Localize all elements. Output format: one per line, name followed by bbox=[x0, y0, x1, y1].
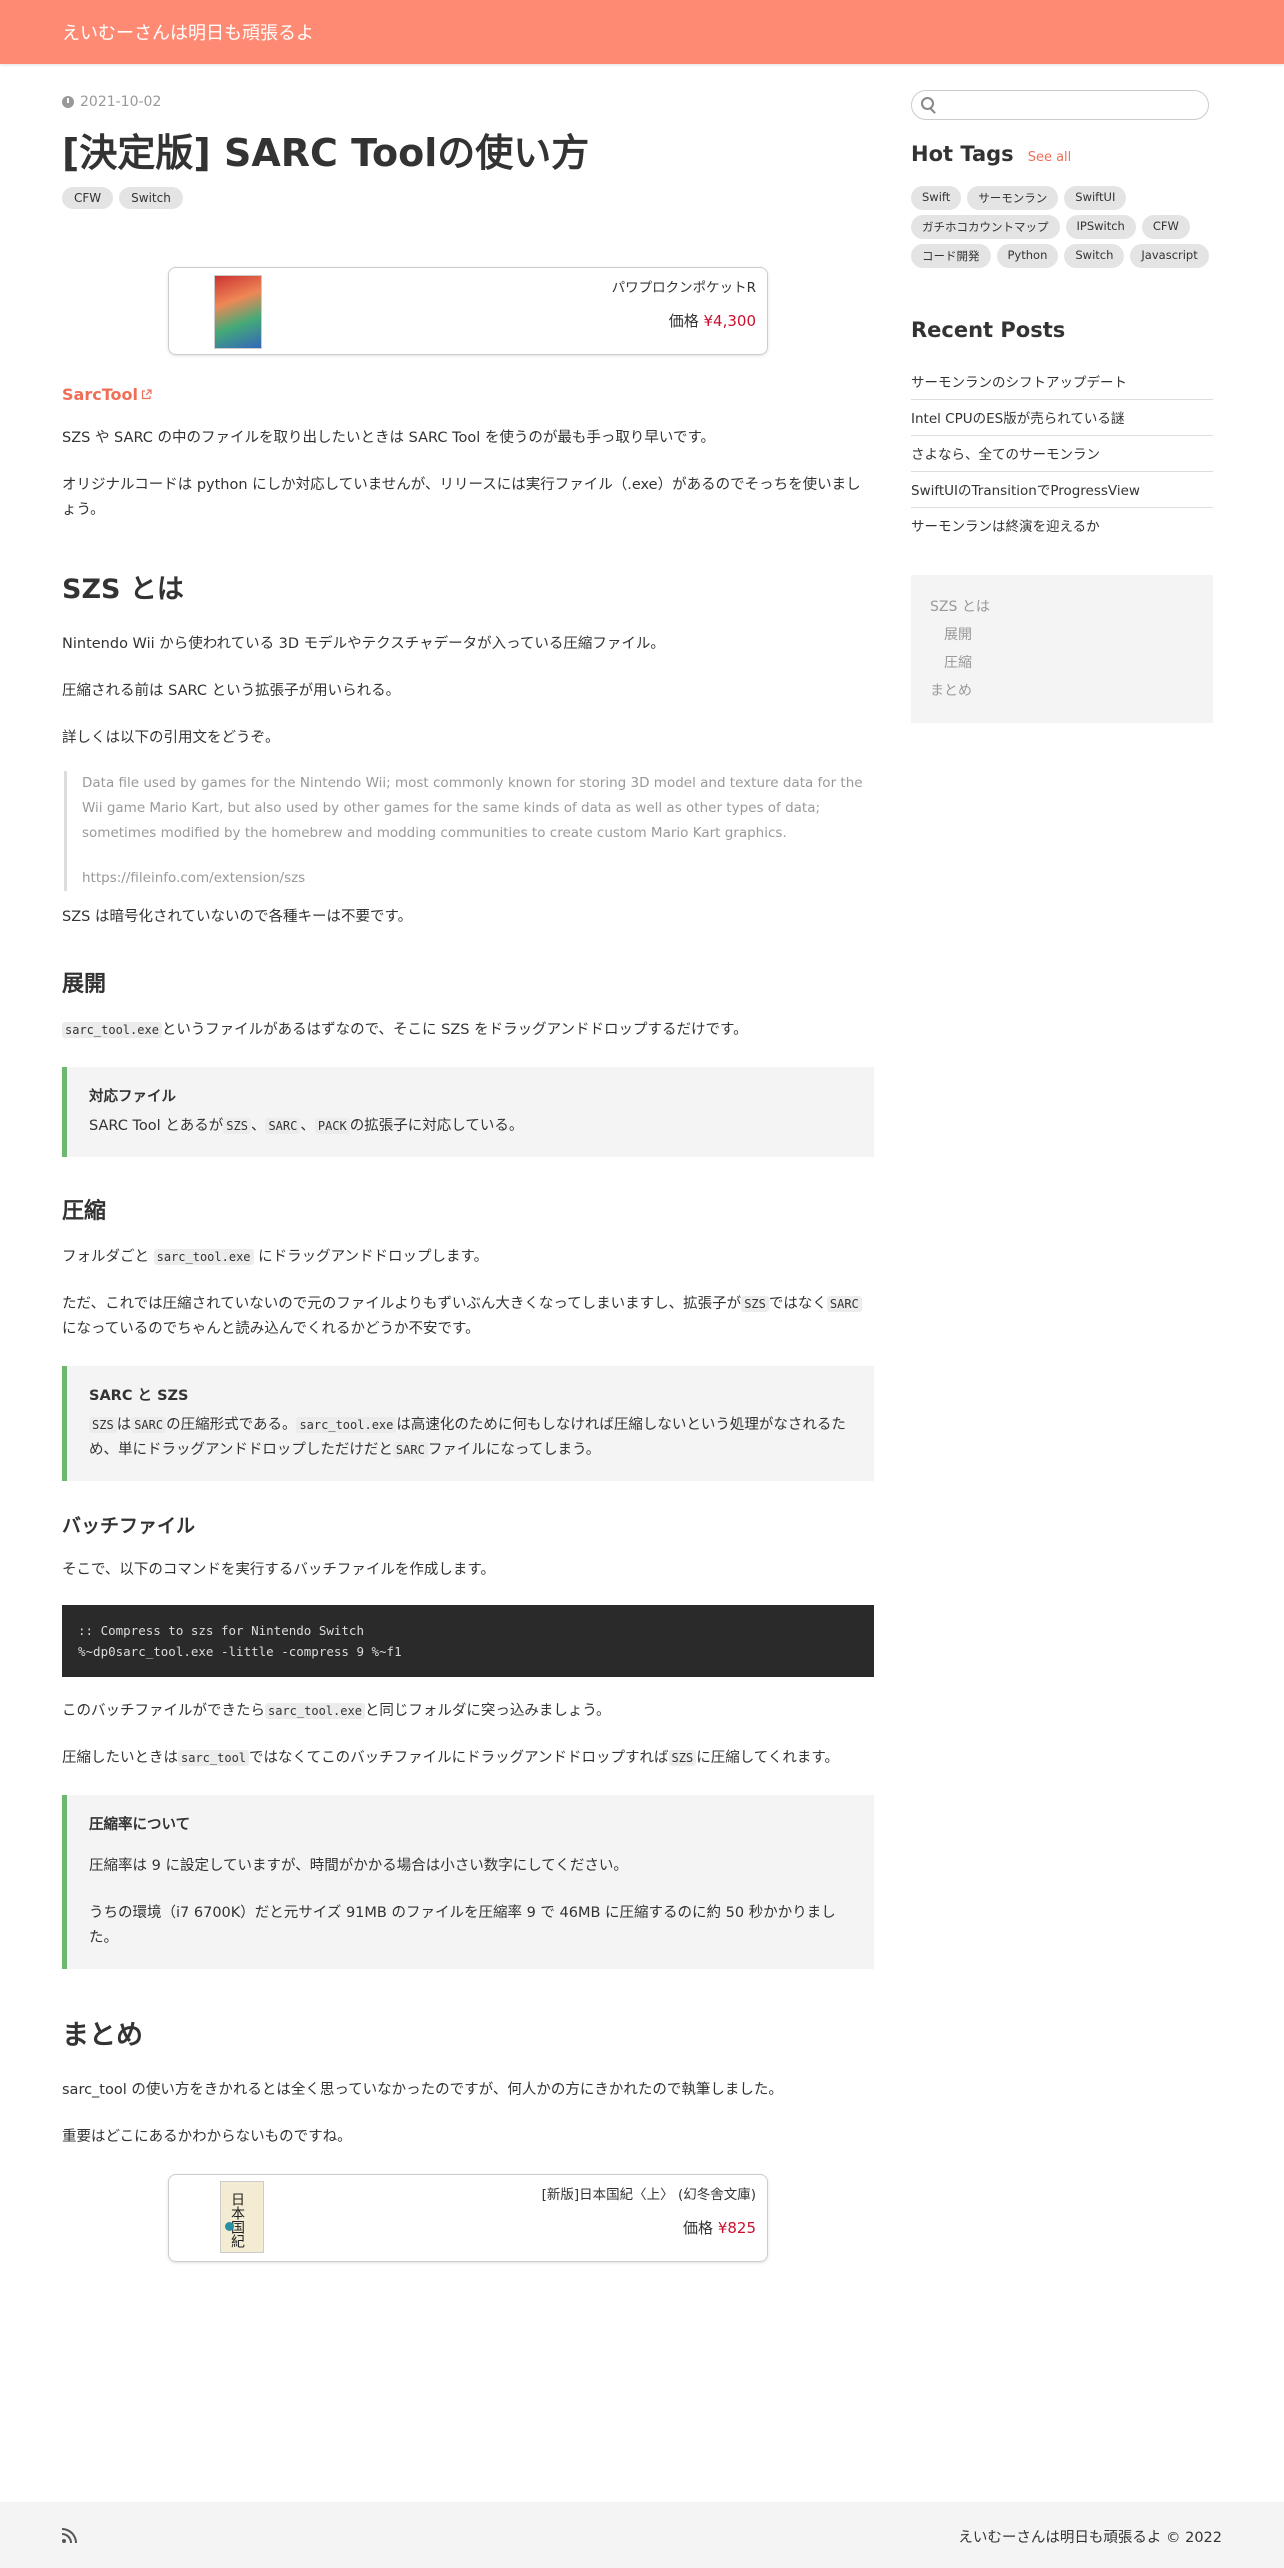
external-link-icon bbox=[141, 389, 152, 400]
site-header: えいむーさんは明日も頑張るよ bbox=[0, 0, 1284, 64]
post-date: 2021-10-02 bbox=[62, 94, 874, 110]
post-title: [決定版] SARC Toolの使い方 bbox=[62, 131, 590, 175]
tag-javascript[interactable]: Javascript bbox=[1130, 244, 1209, 268]
heading-expand: 展開 bbox=[62, 972, 107, 997]
product-card[interactable]: パワプロクンポケットR 価格 ¥4,300 bbox=[168, 267, 768, 355]
blockquote: Data file used by games for the Nintendo… bbox=[64, 771, 874, 891]
product-image[interactable]: 日本国紀 bbox=[220, 2181, 264, 2253]
tag-cfw[interactable]: CFW bbox=[62, 187, 114, 209]
note-sarc-szs: SARC と SZS SZS は SARC の圧縮形式である。 sarc_tool.ex… bbox=[62, 1366, 874, 1481]
heading-compress: 圧縮 bbox=[62, 1199, 107, 1224]
recent-post-link[interactable]: さよなら、全てのサーモンラン bbox=[911, 436, 1213, 472]
intro-paragraph-1: SZS や SARC の中のファイルを取り出したいときは SARC Tool を… bbox=[62, 430, 716, 446]
product-title[interactable]: パワプロクンポケットR bbox=[612, 276, 756, 296]
note-body-2: うちの環境（i7 6700K）だと元サイズ 91MB のファイルを圧縮率 9 で… bbox=[89, 1905, 836, 1946]
note-body: SZS は SARC の圧縮形式である。 sarc_tool.exe は高速化のために何も… bbox=[89, 1417, 846, 1458]
tag-gachihoko[interactable]: ガチホコカウントマップ bbox=[911, 215, 1060, 239]
intro-paragraph-2: オリジナルコードは python にしか対応していませんが、リリースには実行ファ… bbox=[62, 477, 861, 518]
product-price: 価格 ¥4,300 bbox=[668, 312, 756, 330]
hot-tags-title: Hot Tags bbox=[911, 142, 1014, 166]
sarctool-link[interactable]: SarcTool bbox=[62, 385, 874, 404]
note-title: SARC と SZS bbox=[89, 1388, 189, 1404]
batch-paragraph-1: そこで、以下のコマンドを実行するバッチファイルを作成します。 bbox=[62, 1562, 495, 1578]
recent-posts: Recent Posts サーモンランのシフトアップデート Intel CPUの… bbox=[911, 318, 1213, 543]
szs-paragraph-2: 圧縮される前は SARC という拡張子が用いられる。 bbox=[62, 683, 401, 699]
post-tags: CFW Switch bbox=[62, 187, 874, 209]
product-title[interactable]: [新版]日本国紀〈上〉 (幻冬舎文庫) bbox=[542, 2183, 756, 2203]
code-block: :: Compress to szs for Nintendo Switch %… bbox=[62, 1605, 874, 1677]
heading-szs: SZS とは bbox=[62, 574, 184, 605]
recent-posts-list: サーモンランのシフトアップデート Intel CPUのES版が売られている謎 さ… bbox=[911, 364, 1213, 543]
see-all-link[interactable]: See all bbox=[1028, 150, 1072, 165]
heading-summary: まとめ bbox=[62, 2020, 143, 2051]
szs-paragraph-3: 詳しくは以下の引用文をどうぞ。 bbox=[62, 730, 280, 746]
tag-swift[interactable]: Swift bbox=[911, 186, 962, 210]
tag-salmon-run[interactable]: サーモンラン bbox=[967, 186, 1059, 210]
tag-ipswitch[interactable]: IPSwitch bbox=[1065, 215, 1136, 239]
compress-paragraph-1: フォルダごと sarc_tool.exe にドラッグアンドドロップします。 bbox=[62, 1249, 489, 1265]
recent-posts-title: Recent Posts bbox=[911, 318, 1066, 342]
table-of-contents: SZS とは 展開 圧縮 まとめ bbox=[911, 575, 1213, 723]
quote-source: https://fileinfo.com/extension/szs bbox=[82, 870, 306, 886]
toc-item[interactable]: まとめ bbox=[930, 677, 1194, 705]
summary-paragraph-1: sarc_tool の使い方をきかれるとは全く思っていなかったのですが、何人かの… bbox=[62, 2082, 783, 2098]
note-body-1: 圧縮率は 9 に設定していますが、時間がかかる場合は小さい数字にしてください。 bbox=[89, 1858, 628, 1874]
tag-switch[interactable]: Switch bbox=[1064, 244, 1125, 268]
article: 2021-10-02 [決定版] SARC Toolの使い方 CFW Switc… bbox=[62, 78, 874, 2262]
copyright: えいむーさんは明日も頑張るよ © 2022 bbox=[958, 2530, 1222, 2546]
note-compression-rate: 圧縮率について 圧縮率は 9 に設定していますが、時間がかかる場合は小さい数字に… bbox=[62, 1795, 874, 1969]
heading-batch: バッチファイル bbox=[62, 1515, 196, 1537]
search-icon bbox=[921, 97, 934, 110]
tag-swiftui[interactable]: SwiftUI bbox=[1064, 186, 1127, 210]
tag-cfw[interactable]: CFW bbox=[1141, 215, 1190, 239]
recent-post-link[interactable]: サーモンランのシフトアップデート bbox=[911, 364, 1213, 400]
hot-tags-list: Swift サーモンラン SwiftUI ガチホコカウントマップ IPSwitc… bbox=[911, 186, 1213, 268]
recent-post-link[interactable]: サーモンランは終演を迎えるか bbox=[911, 508, 1213, 543]
rss-icon[interactable] bbox=[62, 2528, 77, 2543]
clock-icon bbox=[62, 96, 74, 108]
recent-post-link[interactable]: SwiftUIのTransitionでProgressView bbox=[911, 472, 1213, 508]
search-box[interactable] bbox=[911, 90, 1209, 120]
summary-paragraph-2: 重要はどこにあるかわからないものですね。 bbox=[62, 2129, 352, 2145]
batch-paragraph-2: このバッチファイルができたら sarc_tool.exe と同じフォルダに突っ込みま… bbox=[62, 1703, 611, 1719]
quote-text: Data file used by games for the Nintendo… bbox=[82, 775, 863, 841]
compress-paragraph-2: ただ、これでは圧縮されていないので元のファイルよりもずいぶん大きくなってしまいま… bbox=[62, 1292, 874, 1342]
note-title: 対応ファイル bbox=[89, 1089, 176, 1105]
tag-code-dev[interactable]: コード開発 bbox=[911, 244, 991, 268]
product-card[interactable]: 日本国紀 [新版]日本国紀〈上〉 (幻冬舎文庫) 価格 ¥825 bbox=[168, 2174, 768, 2262]
tag-python[interactable]: Python bbox=[996, 244, 1059, 268]
note-body: SARC Tool とあるが SZS、 SARC、 PACK の拡張子に対応している。 bbox=[89, 1118, 524, 1134]
site-footer: えいむーさんは明日も頑張るよ © 2022 bbox=[0, 2502, 1284, 2568]
toc-item[interactable]: SZS とは bbox=[930, 593, 1194, 621]
note-supported-files: 対応ファイル SARC Tool とあるが SZS、 SARC、 PACK の拡張子に対… bbox=[62, 1067, 874, 1157]
hot-tags-header: Hot Tags See all bbox=[911, 142, 1213, 166]
post-date-text: 2021-10-02 bbox=[80, 94, 162, 110]
szs-paragraph-4: SZS は暗号化されていないので各種キーは不要です。 bbox=[62, 909, 413, 925]
toc-item[interactable]: 圧縮 bbox=[930, 649, 1194, 677]
szs-paragraph-1: Nintendo Wii から使われている 3D モデルやテクスチャデータが入っ… bbox=[62, 636, 665, 652]
site-title-link[interactable]: えいむーさんは明日も頑張るよ bbox=[62, 19, 314, 45]
expand-paragraph: sarc_tool.exe というファイルがあるはずなので、そこに SZS をドラ… bbox=[62, 1018, 874, 1043]
note-title: 圧縮率について bbox=[89, 1817, 191, 1833]
batch-paragraph-3: 圧縮したいときは sarc_tool ではなくてこのバッチファイルにドラッグアンドド… bbox=[62, 1750, 839, 1766]
product-image[interactable] bbox=[214, 275, 262, 349]
product-price: 価格 ¥825 bbox=[683, 2219, 756, 2237]
tag-switch[interactable]: Switch bbox=[119, 187, 183, 209]
recent-post-link[interactable]: Intel CPUのES版が売られている謎 bbox=[911, 400, 1213, 436]
toc-item[interactable]: 展開 bbox=[930, 621, 1194, 649]
sidebar: Hot Tags See all Swift サーモンラン SwiftUI ガチ… bbox=[911, 90, 1213, 723]
